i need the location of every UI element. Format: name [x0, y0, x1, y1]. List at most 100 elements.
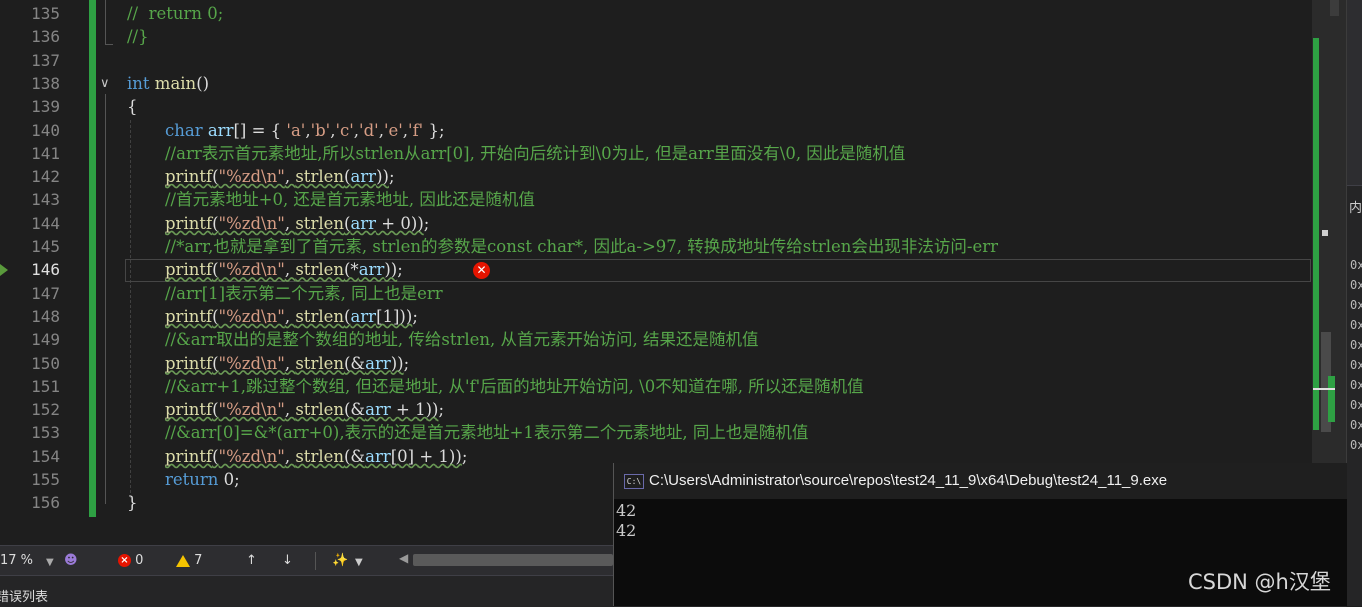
warning-triangle-icon	[176, 554, 190, 567]
line-number: 143	[31, 190, 60, 210]
console-title-bar[interactable]: C:\ C:\Users\Administrator\source\repos\…	[614, 463, 1347, 499]
code-token: 'a'	[286, 120, 306, 140]
code-token: 'd'	[359, 120, 379, 140]
code-token: "%zd\n"	[218, 213, 285, 233]
horizontal-scrollbar-thumb[interactable]	[413, 554, 613, 566]
code-token: "%zd\n"	[218, 260, 285, 280]
line-number: 152	[31, 400, 60, 420]
code-line[interactable]: 146 printf("%zd\n", strlen(*arr));	[0, 258, 1312, 281]
code-line[interactable]: 151 //&arr+1,跳过整个数组, 但还是地址, 从'f'后面的地址开始访问…	[0, 375, 1312, 398]
code-text: printf("%zd\n", strlen(arr + 0));	[165, 212, 429, 235]
code-token: (&	[344, 353, 366, 373]
code-token: 'c'	[335, 120, 354, 140]
code-line[interactable]: 142 printf("%zd\n", strlen(arr));	[0, 165, 1312, 188]
warning-count: 7	[194, 553, 203, 568]
code-text: printf("%zd\n", strlen(&arr[0] + 1));	[165, 445, 467, 468]
zoom-level[interactable]: 17 %	[0, 552, 33, 569]
code-text: //*arr,也就是拿到了首元素, strlen的参数是const char*,…	[165, 235, 998, 258]
code-line[interactable]: 140 char arr[] = { 'a','b','c','d','e','f…	[0, 119, 1312, 142]
code-token: ;	[438, 400, 444, 420]
code-token: arr	[350, 167, 377, 187]
code-token: printf	[165, 400, 213, 420]
code-token: int	[127, 73, 150, 93]
code-line[interactable]: 135 // return 0;	[0, 2, 1312, 25]
line-number: 139	[31, 97, 60, 117]
code-token: ,	[284, 353, 296, 373]
code-line[interactable]: 153 //&arr[0]=&*(arr+0),表示的还是首元素地址+1表示第二个…	[0, 421, 1312, 444]
line-number: 145	[31, 237, 60, 256]
code-line[interactable]: 138 int main()	[0, 72, 1312, 95]
code-line[interactable]: 152 printf("%zd\n", strlen(&arr + 1));	[0, 398, 1312, 421]
scrollbar-top-button[interactable]	[1330, 0, 1339, 16]
code-token: return	[165, 470, 219, 489]
line-number: 155	[31, 470, 60, 489]
code-token: arr	[207, 120, 234, 140]
code-token: ;	[412, 306, 418, 326]
scrollbar-caret-mark	[1313, 388, 1335, 390]
code-token: (*	[344, 260, 359, 280]
code-line[interactable]: 149 //&arr取出的是整个数组的地址, 传给strlen, 从首元素开始访问…	[0, 328, 1312, 351]
next-issue-button[interactable]: ↓	[282, 552, 293, 569]
separator	[315, 552, 316, 570]
warning-count-button[interactable]: 7	[176, 552, 202, 569]
memory-address: 0x	[1350, 358, 1362, 372]
error-count-button[interactable]: × 0	[118, 552, 143, 569]
error-icon[interactable]: ✕	[473, 262, 490, 279]
panel-header	[1347, 0, 1362, 186]
code-token: ))	[384, 260, 398, 280]
code-token: ;	[403, 353, 410, 373]
zoom-dropdown-icon[interactable]: ▼	[46, 554, 54, 571]
panel-tab-label[interactable]: 内	[1349, 197, 1362, 216]
code-text: //}	[127, 25, 149, 48]
code-line[interactable]: 137	[0, 49, 1312, 72]
code-token: printf	[165, 260, 213, 280]
code-line[interactable]: 136 //}	[0, 25, 1312, 48]
code-line[interactable]: 143 //首元素地址+0, 还是首元素地址, 因此还是随机值	[0, 188, 1312, 211]
code-token: printf	[165, 213, 213, 233]
console-output-line: 42	[616, 501, 637, 520]
code-line[interactable]: 141 //arr表示首元素地址,所以strlen从arr[0], 开始向后统计到…	[0, 142, 1312, 165]
code-token: ,	[284, 446, 296, 466]
right-side-panel[interactable]: 内 0x 0x 0x 0x 0x 0x 0x 0x 0x 0x	[1346, 0, 1362, 606]
code-line[interactable]: 139 {	[0, 95, 1312, 118]
scroll-left-icon[interactable]: ◀	[399, 551, 408, 565]
code-token: strlen	[295, 213, 344, 233]
previous-issue-button[interactable]: ↑	[246, 552, 257, 569]
line-number: 156	[31, 493, 60, 513]
code-token: 'e'	[383, 120, 403, 140]
line-number: 151	[31, 376, 60, 396]
code-token: strlen	[295, 167, 344, 187]
code-line[interactable]: 144 printf("%zd\n", strlen(arr + 0));	[0, 212, 1312, 235]
code-text: return 0;	[165, 468, 240, 491]
code-token: arr	[350, 306, 377, 326]
code-token: strlen	[295, 400, 344, 420]
memory-address: 0x	[1350, 298, 1362, 312]
code-token: //&arr取出的是整个数组的地址, 传给strlen, 从首元素开始访问, 结…	[165, 330, 759, 350]
code-line[interactable]: 147 //arr[1]表示第二个元素, 同上也是err	[0, 282, 1312, 305]
code-line[interactable]: 145 //*arr,也就是拿到了首元素, strlen的参数是const cha…	[0, 235, 1312, 258]
code-token: char	[165, 120, 203, 140]
code-token: ))	[376, 167, 389, 187]
code-text: //arr[1]表示第二个元素, 同上也是err	[165, 282, 443, 305]
code-cleanup-icon[interactable]: ✨	[332, 552, 348, 569]
code-token: main	[154, 73, 197, 93]
code-text: printf("%zd\n", strlen(*arr));	[165, 258, 403, 281]
line-number: 137	[31, 50, 60, 70]
code-token: 0;	[218, 470, 240, 489]
code-token: ,	[284, 260, 296, 280]
code-token: printf	[165, 446, 213, 466]
scrollbar-change-marks	[1313, 38, 1319, 430]
cleanup-dropdown-icon[interactable]: ▼	[355, 554, 363, 571]
code-token: + 0))	[376, 213, 424, 233]
copilot-icon[interactable]: ☻	[64, 552, 78, 569]
code-line[interactable]: 150 printf("%zd\n", strlen(&arr));	[0, 352, 1312, 375]
error-list-tab[interactable]: 错误列表	[0, 586, 48, 605]
code-line[interactable]: 148 printf("%zd\n", strlen(arr[1]));	[0, 305, 1312, 328]
code-token: strlen	[295, 446, 344, 466]
code-token: (&	[344, 400, 366, 420]
code-token: }	[127, 493, 138, 513]
code-token: ()	[196, 73, 210, 93]
code-token: [1]))	[376, 306, 413, 326]
watermark: CSDN @h汉堡	[1188, 570, 1331, 594]
code-token: ;	[388, 167, 395, 187]
